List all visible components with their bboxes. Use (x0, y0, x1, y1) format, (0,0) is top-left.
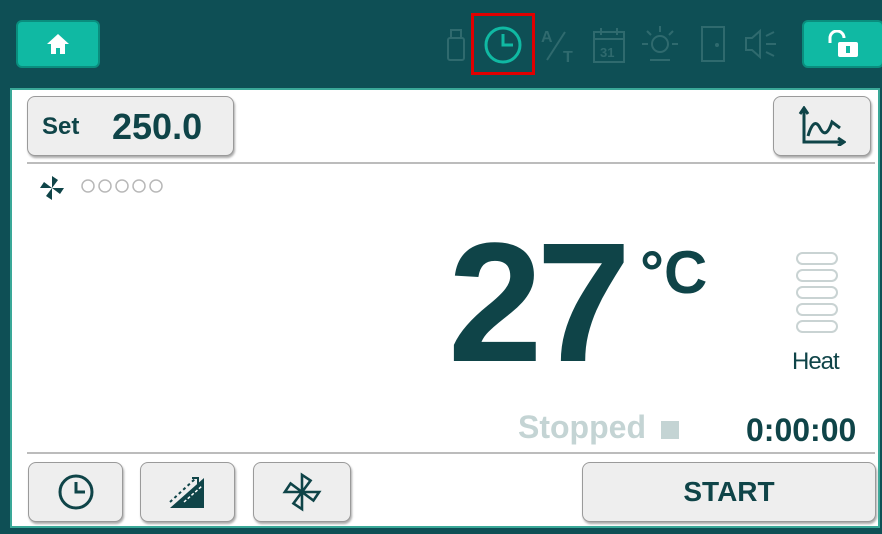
home-icon (47, 34, 69, 54)
elapsed-timer: 0:00:00 (746, 412, 857, 448)
fan-icon (40, 176, 64, 200)
svg-text:31: 31 (600, 45, 614, 60)
stop-icon (661, 421, 679, 439)
svg-text:T: T (563, 49, 573, 66)
heat-level-segment (796, 286, 838, 299)
usb-icon (447, 29, 465, 61)
svg-text:A: A (541, 29, 553, 46)
highlight-box (471, 13, 535, 75)
setpoint-label: Set (42, 113, 80, 140)
fan-icon (282, 472, 322, 512)
divider-bottom (27, 452, 875, 454)
heat-level-segment (796, 252, 838, 265)
lamp-icon (642, 26, 678, 61)
auto-timer-icon: A T (541, 29, 573, 66)
fan-speed-indicator (81, 179, 163, 193)
unlock-icon (828, 30, 858, 57)
divider-top (27, 162, 875, 164)
clock-icon (58, 474, 93, 510)
run-state-text: Stopped (518, 409, 646, 445)
start-button[interactable]: START (582, 462, 876, 522)
door-icon (701, 26, 725, 62)
trend-graph-icon (798, 106, 846, 146)
heat-label: Heat (792, 348, 840, 375)
setpoint-value: 250.0 (112, 106, 203, 147)
home-button[interactable] (16, 20, 100, 68)
ramp-icon (168, 477, 204, 508)
graph-button[interactable] (773, 96, 871, 156)
unlock-button[interactable] (802, 20, 882, 68)
start-label: START (683, 476, 775, 507)
temperature-unit: °C (640, 239, 708, 306)
setpoint-button[interactable]: Set 250.0 (27, 96, 234, 156)
ramp-button[interactable] (140, 462, 235, 522)
calendar-icon: 31 (593, 28, 625, 63)
speaker-icon (745, 28, 776, 60)
fan-button[interactable] (253, 462, 351, 522)
heat-level-segment (796, 269, 838, 282)
top-status-bar: A T 31 (0, 0, 882, 86)
timer-button[interactable] (28, 462, 123, 522)
heat-level-segment (796, 320, 838, 333)
temperature-display: 27 (448, 208, 631, 398)
heat-level-segment (796, 303, 838, 316)
